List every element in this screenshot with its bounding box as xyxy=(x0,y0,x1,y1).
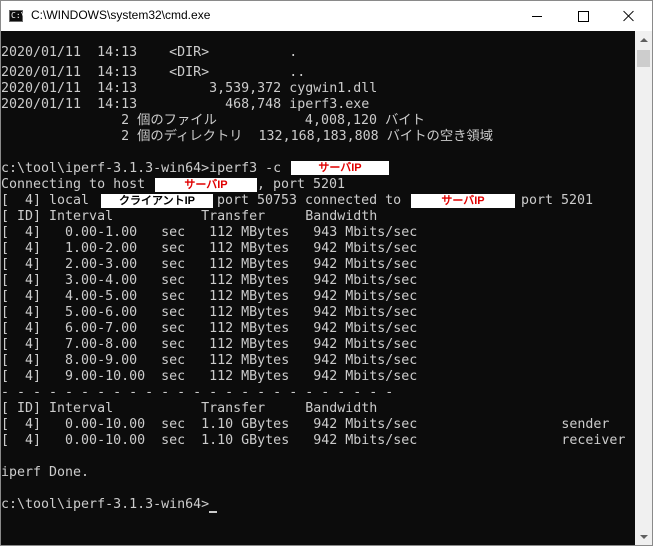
interval-row: [ 4] 7.00-8.00 sec 112 MBytes 942 Mbits/… xyxy=(1,337,418,352)
local-port: port 5201 xyxy=(521,193,594,208)
close-icon xyxy=(623,10,635,22)
scroll-down-button[interactable] xyxy=(635,528,652,545)
local-prefix: [ 4] local xyxy=(1,193,90,208)
dir-row: 2020/01/11 14:13 <DIR> .. xyxy=(1,65,306,80)
interval-row: [ 4] 0.00-1.00 sec 112 MBytes 943 Mbits/… xyxy=(1,225,418,240)
text-cursor xyxy=(209,511,217,513)
console-output[interactable]: 2020/01/11 14:13 <DIR> . 2020/01/11 14:1… xyxy=(1,31,635,545)
server-ip-redaction: サーバIP xyxy=(291,161,389,175)
separator-line: - - - - - - - - - - - - - - - - - - - - … xyxy=(1,385,394,400)
summary-row-sender: [ 4] 0.00-10.00 sec 1.10 GBytes 942 Mbit… xyxy=(1,417,610,432)
connecting-port: , port 5201 xyxy=(257,177,346,192)
interval-row: [ 4] 6.00-7.00 sec 112 MBytes 942 Mbits/… xyxy=(1,321,418,336)
interval-row: [ 4] 8.00-9.00 sec 112 MBytes 942 Mbits/… xyxy=(1,353,418,368)
interval-row: [ 4] 5.00-6.00 sec 112 MBytes 942 Mbits/… xyxy=(1,305,418,320)
arrow-up-icon xyxy=(639,37,648,42)
arrow-down-icon xyxy=(639,534,648,539)
dir-summary-files: 2 個のファイル 4,008,120 バイト xyxy=(1,113,425,128)
interval-row: [ 4] 1.00-2.00 sec 112 MBytes 942 Mbits/… xyxy=(1,241,418,256)
summary-row-receiver: [ 4] 0.00-10.00 sec 1.10 GBytes 942 Mbit… xyxy=(1,433,626,448)
maximize-icon xyxy=(577,10,589,22)
interval-row: [ 4] 3.00-4.00 sec 112 MBytes 942 Mbits/… xyxy=(1,273,418,288)
table-header: [ ID] Interval Transfer Bandwidth xyxy=(1,209,378,224)
dir-row: 2020/01/11 14:13 3,539,372 cygwin1.dll xyxy=(1,81,378,96)
dir-summary-dirs: 2 個のディレクトリ 132,168,183,808 バイトの空き領域 xyxy=(1,129,494,144)
interval-row: [ 4] 9.00-10.00 sec 112 MBytes 942 Mbits… xyxy=(1,369,418,384)
maximize-button[interactable] xyxy=(560,1,606,31)
minimize-button[interactable] xyxy=(514,1,560,31)
interval-row: [ 4] 2.00-3.00 sec 112 MBytes 942 Mbits/… xyxy=(1,257,418,272)
minimize-icon xyxy=(532,15,542,17)
dir-row: 2020/01/11 14:13 <DIR> . xyxy=(1,45,298,60)
server-ip-redaction: サーバIP xyxy=(155,178,257,192)
local-connected-text: port 50753 connected to xyxy=(217,193,402,208)
connecting-text: Connecting to host xyxy=(1,177,146,192)
window-title: C:\WINDOWS\system32\cmd.exe xyxy=(31,8,211,22)
iperf-command-line: c:\tool\iperf-3.1.3-win64>iperf3 -c xyxy=(1,161,282,176)
dir-row: 2020/01/11 14:13 468,748 iperf3.exe xyxy=(1,97,370,112)
iperf-done-text: iperf Done. xyxy=(1,465,90,480)
command-prompt[interactable]: c:\tool\iperf-3.1.3-win64> xyxy=(1,497,209,513)
client-ip-redaction: クライアントIP xyxy=(101,194,213,208)
scroll-up-button[interactable] xyxy=(635,31,652,48)
server-ip-redaction: サーバIP xyxy=(411,194,515,208)
scroll-thumb[interactable] xyxy=(637,50,650,67)
close-button[interactable] xyxy=(606,1,652,31)
title-bar[interactable]: C:\ C:\WINDOWS\system32\cmd.exe xyxy=(1,1,652,31)
vertical-scrollbar[interactable] xyxy=(635,31,652,545)
cmd-icon: C:\ xyxy=(9,10,26,22)
summary-header: [ ID] Interval Transfer Bandwidth xyxy=(1,401,378,416)
cmd-window: C:\ C:\WINDOWS\system32\cmd.exe 2020/01/… xyxy=(0,0,653,546)
interval-row: [ 4] 4.00-5.00 sec 112 MBytes 942 Mbits/… xyxy=(1,289,418,304)
